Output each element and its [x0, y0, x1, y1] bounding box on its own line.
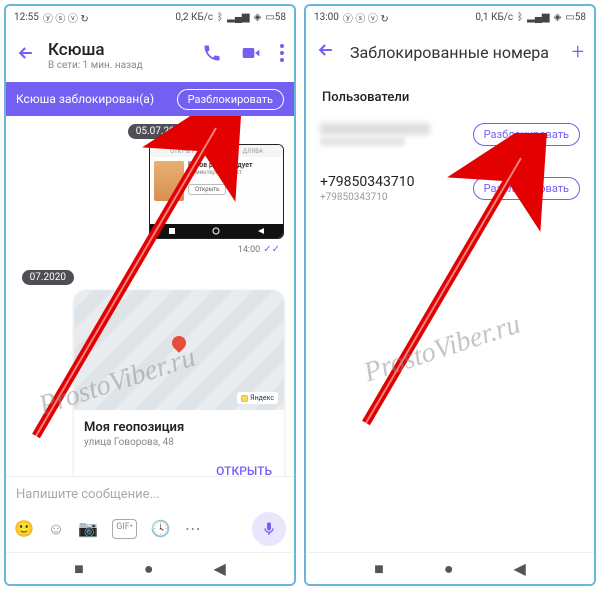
section-title: Пользователи	[306, 76, 594, 115]
thumb-open: Открыть	[188, 184, 226, 195]
nav-recent-icon[interactable]: ■	[74, 559, 84, 579]
message-timestamp: 14:00✓✓	[238, 244, 280, 255]
sticker-icon[interactable]: 🙂	[14, 519, 34, 539]
wifi-icon: ◈	[554, 12, 562, 23]
thumb-title: Рогов рекомендует	[188, 161, 279, 169]
wifi-icon: ◈	[254, 12, 262, 23]
page-title: Заблокированные номера	[350, 43, 558, 62]
nav-recent-icon[interactable]: ■	[374, 559, 384, 579]
nav-home-icon[interactable]: ●	[444, 559, 454, 579]
message-preview-card[interactable]: ОТКРЫТОТ ВАСДЛЯВА Рогов рекомендует Коми…	[149, 144, 284, 239]
blocked-user-row: Разблокировать	[306, 115, 594, 166]
location-open-button[interactable]: ОТКРЫТЬ	[74, 458, 284, 476]
signal-icon: ▂▄▆	[527, 12, 549, 23]
compose-area: 🙂 ☺ 📷 GIF• 🕓 ⋯	[6, 476, 294, 552]
contact-name: Ксюша	[48, 40, 190, 60]
contact-status: В сети: 1 мин. назад	[48, 60, 190, 71]
back-icon[interactable]	[16, 43, 36, 67]
blocked-banner: Ксюша заблокирован(а) Разблокировать	[6, 82, 294, 116]
user-phone-sub: +79850343710	[320, 192, 415, 203]
more-compose-icon[interactable]: ⋯	[185, 519, 201, 539]
unblock-button[interactable]: Разблокировать	[473, 177, 580, 200]
contact-info[interactable]: Ксюша В сети: 1 мин. назад	[48, 40, 190, 71]
video-call-icon[interactable]	[240, 43, 262, 67]
thumb-nav	[150, 224, 283, 238]
phone-screenshot-right: 13:00 ⓨ ⓢ ⓥ ↻ 0,1 КБ/с ᛒ ▂▄▆ ◈ ▭58 Забло…	[304, 4, 596, 586]
unblock-button[interactable]: Разблокировать	[177, 89, 284, 110]
map-thumbnail: Яндекс	[74, 290, 284, 410]
bluetooth-icon: ᛒ	[217, 12, 223, 23]
user-name-blurred	[320, 123, 430, 135]
date-chip: 05.07.2020	[128, 124, 194, 139]
empty-area: ProstoViber.ru	[306, 223, 594, 552]
battery-icon: ▭58	[265, 12, 286, 23]
chat-area[interactable]: 05.07.2020 ОТКРЫТОТ ВАСДЛЯВА Рогов реком…	[6, 116, 294, 476]
status-net: 0,1 КБ/с	[475, 12, 513, 23]
signal-icon: ▂▄▆	[227, 12, 249, 23]
thumb-sub: Коминтерн. проект	[188, 169, 279, 176]
status-bar: 12:55 ⓨ ⓢ ⓥ ↻ 0,2 КБ/с ᛒ ▂▄▆ ◈ ▭58	[6, 6, 294, 28]
battery-icon: ▭58	[565, 12, 586, 23]
status-bar: 13:00 ⓨ ⓢ ⓥ ↻ 0,1 КБ/с ᛒ ▂▄▆ ◈ ▭58	[306, 6, 594, 28]
location-card[interactable]: Яндекс Моя геопозиция улица Говорова, 48…	[74, 290, 284, 476]
user-phone: +79850343710	[320, 174, 415, 190]
gif-icon[interactable]: GIF•	[112, 519, 137, 539]
add-icon[interactable]: +	[572, 40, 584, 65]
status-time: 12:55	[14, 12, 39, 23]
camera-icon[interactable]: 📷	[78, 519, 98, 539]
nav-back-icon[interactable]: ◀	[514, 559, 526, 578]
location-title: Моя геопозиция	[84, 420, 274, 435]
phone-screenshot-left: 12:55 ⓨ ⓢ ⓥ ↻ 0,2 КБ/с ᛒ ▂▄▆ ◈ ▭58 Ксюша…	[4, 4, 296, 586]
nav-back-icon[interactable]: ◀	[214, 559, 226, 578]
more-icon[interactable]	[280, 44, 284, 66]
status-icons-left: ⓨ ⓢ ⓥ ↻	[343, 10, 389, 25]
blocked-text: Ксюша заблокирован(а)	[16, 92, 154, 106]
unblock-button[interactable]: Разблокировать	[473, 123, 580, 146]
blocked-user-row: +79850343710 +79850343710 Разблокировать	[306, 166, 594, 223]
call-icon[interactable]	[202, 43, 222, 67]
yandex-badge: Яндекс	[237, 392, 278, 404]
android-nav-bar: ■ ● ◀	[306, 552, 594, 584]
chat-header: Ксюша В сети: 1 мин. назад	[6, 28, 294, 82]
thumb-image	[154, 161, 184, 201]
clock-icon[interactable]: 🕓	[151, 519, 171, 539]
status-net: 0,2 КБ/с	[175, 12, 213, 23]
blocked-header: Заблокированные номера +	[306, 28, 594, 76]
mic-button[interactable]	[252, 512, 286, 546]
map-pin-icon	[169, 333, 189, 353]
date-chip-2: 07.2020	[22, 270, 74, 285]
emoji-icon[interactable]: ☺	[48, 519, 64, 539]
thumb-tabs: ОТКРЫТОТ ВАСДЛЯВА	[150, 145, 283, 157]
back-icon[interactable]	[316, 40, 336, 64]
android-nav-bar: ■ ● ◀	[6, 552, 294, 584]
nav-home-icon[interactable]: ●	[144, 559, 154, 579]
watermark: ProstoViber.ru	[360, 309, 524, 390]
bluetooth-icon: ᛒ	[517, 12, 523, 23]
status-icons-left: ⓨ ⓢ ⓥ ↻	[43, 10, 89, 25]
status-time: 13:00	[314, 12, 339, 23]
location-address: улица Говорова, 48	[84, 437, 274, 448]
message-input[interactable]	[14, 483, 286, 512]
user-sub-blurred	[320, 137, 405, 146]
